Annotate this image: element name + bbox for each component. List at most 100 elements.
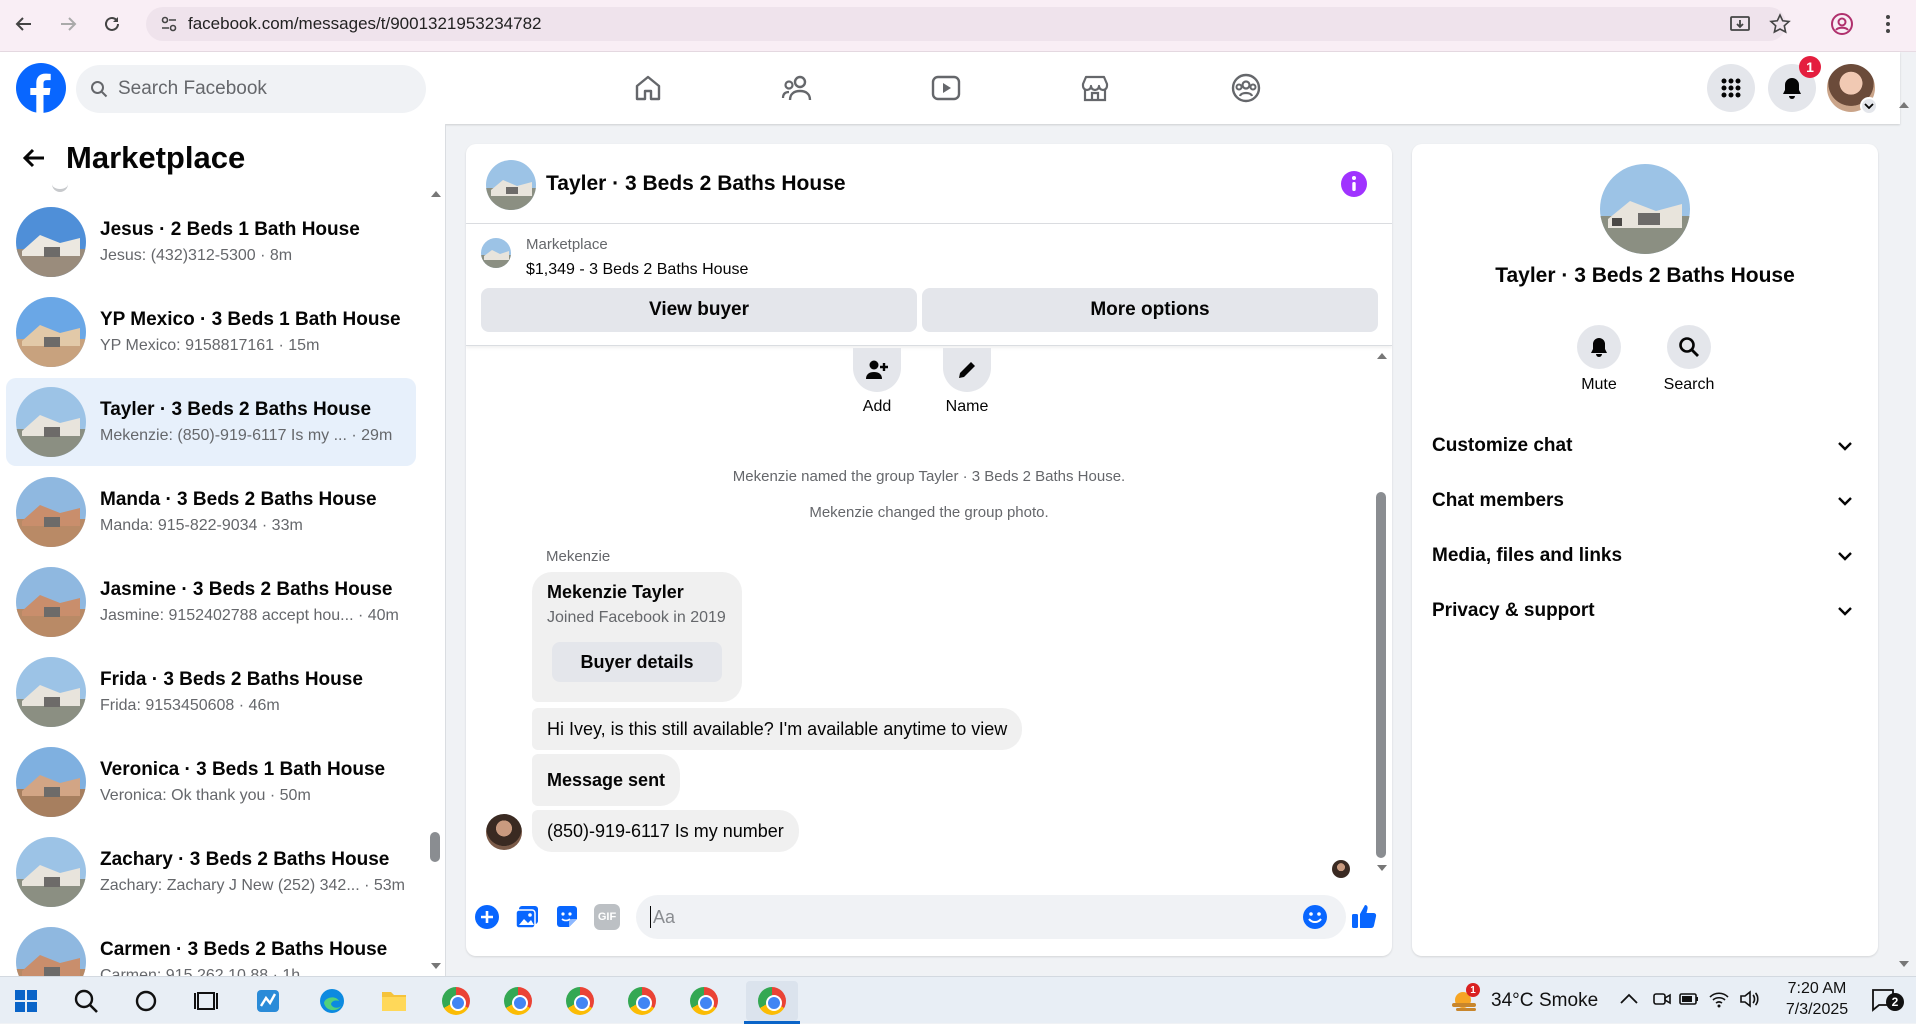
conversation-thumbnail xyxy=(16,207,86,277)
conversation-preview: Manda: 915-822-9034 · 33m xyxy=(100,517,303,534)
conversation-thumbnail xyxy=(16,297,86,367)
file-explorer-icon[interactable] xyxy=(374,981,414,1021)
taskbar-search-icon[interactable] xyxy=(66,981,106,1021)
chrome-icon[interactable] xyxy=(560,981,600,1021)
search-conversation-icon[interactable] xyxy=(1667,325,1711,369)
chrome-icon[interactable] xyxy=(622,981,662,1021)
conversation-item[interactable]: Zachary · 3 Beds 2 Baths House Zachary: Z… xyxy=(6,828,416,916)
weather-temp[interactable]: 34°C xyxy=(1491,990,1533,1012)
listing-thumb[interactable] xyxy=(481,238,511,268)
clock-date[interactable]: 7/3/2025 xyxy=(1776,1001,1858,1019)
conversation-item[interactable]: Jasmine · 3 Beds 2 Baths House Jasmine: 9… xyxy=(6,558,416,646)
message-input[interactable]: Aa xyxy=(636,895,1346,939)
install-app-icon[interactable] xyxy=(1724,8,1756,40)
task-view-icon[interactable] xyxy=(186,981,226,1021)
chat-scrollbar-thumb[interactable] xyxy=(1376,492,1386,858)
chrome-icon[interactable] xyxy=(498,981,538,1021)
chat-group-avatar[interactable] xyxy=(486,160,536,210)
account-chevron-icon[interactable] xyxy=(1860,97,1878,115)
search-input[interactable]: Search Facebook xyxy=(76,65,426,113)
conversation-item[interactable]: Frida · 3 Beds 2 Baths House Frida: 91534… xyxy=(6,648,416,736)
nav-groups-icon[interactable] xyxy=(1216,58,1276,118)
wifi-icon[interactable] xyxy=(1708,989,1730,1009)
section-privacy-support[interactable]: Privacy & support xyxy=(1432,591,1852,631)
add-label: Add xyxy=(862,398,892,415)
back-arrow-icon[interactable] xyxy=(20,144,48,172)
info-group-avatar[interactable] xyxy=(1600,164,1690,254)
nav-video-icon[interactable] xyxy=(916,58,976,118)
conversation-preview: YP Mexico: 9158817161 · 15m xyxy=(100,337,320,354)
buyer-details-button[interactable]: Buyer details xyxy=(552,642,722,682)
scroll-down-arrow-icon[interactable] xyxy=(430,962,442,970)
bookmark-star-icon[interactable] xyxy=(1764,8,1796,40)
search-label: Search xyxy=(1663,376,1715,393)
section-chat-members[interactable]: Chat members xyxy=(1432,481,1852,521)
conversation-preview: Zachary: Zachary J New (252) 342... · 53… xyxy=(100,877,405,894)
edit-name-icon[interactable] xyxy=(943,348,991,392)
profile-icon[interactable] xyxy=(1826,8,1858,40)
chrome-icon[interactable] xyxy=(436,981,476,1021)
address-bar[interactable]: facebook.com/messages/t/9001321953234782 xyxy=(146,7,1786,41)
meet-now-icon[interactable] xyxy=(1652,989,1672,1009)
battery-icon[interactable] xyxy=(1678,989,1700,1009)
mute-bell-icon[interactable] xyxy=(1577,325,1621,369)
conversation-item[interactable]: Tayler · 3 Beds 2 Baths House Mekenzie: (… xyxy=(6,378,416,466)
conversation-item[interactable]: Jesus · 2 Beds 1 Bath House Jesus: (432)3… xyxy=(6,198,416,286)
info-icon[interactable] xyxy=(1340,170,1368,198)
view-buyer-button[interactable]: View buyer xyxy=(481,288,917,332)
add-person-icon[interactable] xyxy=(853,348,901,392)
chat-scroll-up-icon[interactable] xyxy=(1376,352,1388,360)
nav-marketplace-icon[interactable] xyxy=(1065,58,1125,118)
forward-icon[interactable] xyxy=(52,8,84,40)
chat-scroll-down-icon[interactable] xyxy=(1376,864,1388,872)
message-bubble[interactable]: Hi Ivey, is this still available? I'm av… xyxy=(532,708,1023,750)
listing-title[interactable]: $1,349 - 3 Beds 2 Baths House xyxy=(526,261,748,279)
chrome-active-icon[interactable] xyxy=(746,981,798,1021)
tray-overflow-chevron-icon[interactable] xyxy=(1620,993,1638,1005)
back-icon[interactable] xyxy=(8,8,40,40)
gif-icon[interactable]: GIF xyxy=(594,904,620,930)
chrome-icon[interactable] xyxy=(684,981,724,1021)
emoji-icon[interactable] xyxy=(1302,904,1328,930)
clock-time[interactable]: 7:20 AM xyxy=(1776,980,1858,998)
chevron-down-icon xyxy=(1838,551,1852,561)
menu-grid-icon[interactable] xyxy=(1707,64,1755,112)
conversation-item[interactable]: Carmen · 3 Beds 2 Baths House Carmen: 915… xyxy=(6,918,416,976)
composer-bar: GIF Aa xyxy=(466,888,1392,948)
facebook-logo[interactable] xyxy=(16,63,66,113)
sender-avatar[interactable] xyxy=(486,814,522,850)
app-pinned-icon[interactable] xyxy=(248,981,288,1021)
more-actions-plus-icon[interactable] xyxy=(474,904,500,930)
action-center-badge: 2 xyxy=(1886,993,1904,1011)
scroll-up-arrow-icon[interactable] xyxy=(430,190,442,198)
page-scroll-down-icon[interactable] xyxy=(1898,960,1910,968)
windows-start-icon[interactable] xyxy=(6,981,46,1021)
windows-taskbar: 1 34°C Smoke 7:20 AM 7/3/2025 2 xyxy=(0,976,1916,1024)
conversation-title: Jasmine · 3 Beds 2 Baths House xyxy=(100,579,393,600)
conversation-sidebar: Marketplace Jesus · 2 Beds 1 Bath House J… xyxy=(0,124,446,976)
nav-friends-icon[interactable] xyxy=(767,58,827,118)
conversation-item[interactable]: Veronica · 3 Beds 1 Bath House Veronica: … xyxy=(6,738,416,826)
section-media-files-links[interactable]: Media, files and links xyxy=(1432,536,1852,576)
volume-icon[interactable] xyxy=(1738,989,1760,1009)
browser-menu-icon[interactable] xyxy=(1872,8,1904,40)
conversation-item[interactable]: YP Mexico · 3 Beds 1 Bath House YP Mexico… xyxy=(6,288,416,376)
weather-desc[interactable]: Smoke xyxy=(1539,990,1598,1012)
edge-browser-icon[interactable] xyxy=(312,981,352,1021)
message-sent-bubble[interactable]: Message sent xyxy=(532,754,681,806)
sidebar-scrollbar-thumb[interactable] xyxy=(430,832,440,862)
message-bubble[interactable]: (850)-919-6117 Is my number xyxy=(532,810,799,852)
reload-icon[interactable] xyxy=(96,8,128,40)
more-options-button[interactable]: More options xyxy=(922,288,1378,332)
page-scroll-up-icon[interactable] xyxy=(1898,101,1910,109)
section-customize-chat[interactable]: Customize chat xyxy=(1432,426,1852,466)
sticker-icon[interactable] xyxy=(554,904,580,930)
attach-photo-icon[interactable] xyxy=(514,904,540,930)
conversation-title: Frida · 3 Beds 2 Baths House xyxy=(100,669,363,690)
site-info-icon[interactable] xyxy=(160,15,178,33)
chat-title[interactable]: Tayler · 3 Beds 2 Baths House xyxy=(546,172,846,196)
cortana-icon[interactable] xyxy=(126,981,166,1021)
like-thumbs-up-icon[interactable] xyxy=(1350,902,1378,930)
nav-home-icon[interactable] xyxy=(618,58,678,118)
conversation-item[interactable]: Manda · 3 Beds 2 Baths House Manda: 915-8… xyxy=(6,468,416,556)
